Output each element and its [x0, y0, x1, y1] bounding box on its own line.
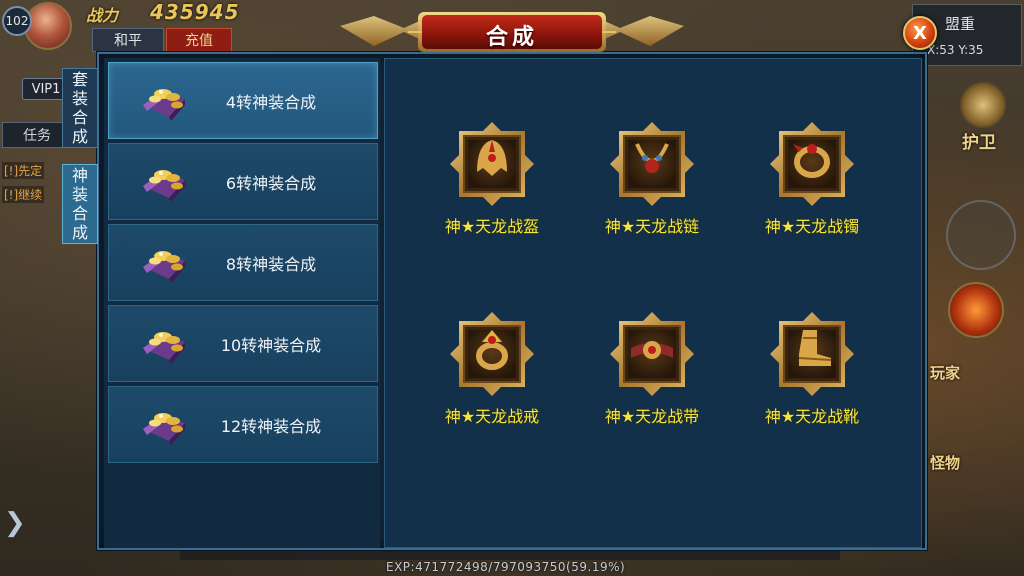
recipe-item[interactable]: 10转神装合成 — [108, 305, 378, 382]
equipment-slot[interactable]: 神★天龙战靴 — [737, 311, 887, 441]
equipment-name: 神★天龙战链 — [604, 217, 700, 236]
recipe-item[interactable]: 4转神装合成 — [108, 62, 378, 139]
equipment-slot[interactable]: 神★天龙战链 — [577, 121, 727, 251]
recipe-item[interactable]: 6转神装合成 — [108, 143, 378, 220]
tab-label-char: 合 — [71, 108, 88, 127]
equipment-name: 神★天龙战靴 — [764, 407, 860, 426]
gift-pack-icon — [139, 81, 189, 123]
player-target-label[interactable]: 玩家 — [930, 362, 960, 383]
monster-target-label[interactable]: 怪物 — [930, 452, 960, 473]
map-name: 盟重 — [945, 15, 976, 33]
recipe-item[interactable]: 8转神装合成 — [108, 224, 378, 301]
equipment-slot[interactable]: 神★天龙战盔 — [417, 121, 567, 251]
bracelet-icon — [769, 121, 855, 207]
player-avatar[interactable] — [24, 2, 72, 50]
tab-label-char: 成 — [71, 127, 88, 146]
tab-set-synthesis[interactable]: 套装合成 — [62, 68, 98, 148]
tab-label-char: 装 — [71, 89, 88, 108]
recipe-label: 4转神装合成 — [225, 92, 317, 112]
recipe-list: 4转神装合成 6转神装合成 8转神装合成 10转神装合成 12转神装合成 — [104, 58, 380, 548]
exp-readout: EXP:471772498/797093750(59.19%) — [386, 560, 626, 574]
dialog-title-banner: 合成 — [334, 8, 690, 54]
gift-pack-icon — [139, 405, 189, 447]
recipe-label: 12转神装合成 — [220, 416, 322, 436]
helmet-icon — [449, 121, 535, 207]
player-level-badge: 102 — [2, 6, 32, 36]
guard-label[interactable]: 护卫 — [962, 128, 996, 153]
ring-icon — [449, 311, 535, 397]
recharge-button[interactable]: 充值 — [166, 28, 232, 52]
boots-icon — [769, 311, 855, 397]
tab-label-char: 成 — [71, 223, 88, 242]
peace-mode-button[interactable]: 和平 — [92, 28, 164, 52]
belt-icon — [609, 311, 695, 397]
skill-button[interactable] — [948, 282, 1004, 338]
recipe-label: 10转神装合成 — [220, 335, 322, 355]
joystick-ring[interactable] — [946, 200, 1016, 270]
synthesis-dialog: 4转神装合成 6转神装合成 8转神装合成 10转神装合成 12转神装合成 神★天… — [97, 52, 927, 550]
quest-line[interactable]: [!]继续 — [2, 186, 45, 203]
power-value: 435945 — [150, 0, 240, 24]
gift-pack-icon — [139, 243, 189, 285]
equipment-slot[interactable]: 神★天龙战镯 — [737, 121, 887, 251]
close-button[interactable]: X — [903, 16, 937, 50]
equipment-name: 神★天龙战带 — [604, 407, 700, 426]
equipment-grid: 神★天龙战盔 神★天龙战链 神★天龙战镯 神★天龙战戒 神★天龙战带 神★天龙战… — [384, 58, 922, 548]
player-coords: X:53 Y:35 — [927, 43, 984, 57]
quest-line[interactable]: [!]先定 — [2, 162, 45, 179]
chevron-left-icon[interactable]: ❯ — [4, 508, 26, 538]
equipment-slot[interactable]: 神★天龙战戒 — [417, 311, 567, 441]
gift-pack-icon — [139, 162, 189, 204]
tab-label-char: 装 — [71, 185, 88, 204]
equipment-name: 神★天龙战戒 — [444, 407, 540, 426]
recipe-label: 6转神装合成 — [225, 173, 317, 193]
tab-label-char: 神 — [71, 166, 88, 185]
tab-label-char: 合 — [71, 204, 88, 223]
close-icon: X — [913, 22, 927, 44]
recipe-item[interactable]: 12转神装合成 — [108, 386, 378, 463]
guard-icon[interactable] — [958, 82, 1008, 128]
gift-pack-icon — [139, 324, 189, 366]
tab-label-char: 套 — [71, 70, 88, 89]
dialog-title: 合成 — [485, 25, 538, 50]
necklace-icon — [609, 121, 695, 207]
equipment-name: 神★天龙战盔 — [444, 217, 540, 236]
equipment-slot[interactable]: 神★天龙战带 — [577, 311, 727, 441]
recipe-label: 8转神装合成 — [225, 254, 317, 274]
tab-divine-synthesis[interactable]: 神装合成 — [62, 164, 98, 244]
power-label: 战力 — [86, 6, 119, 25]
equipment-name: 神★天龙战镯 — [764, 217, 860, 236]
